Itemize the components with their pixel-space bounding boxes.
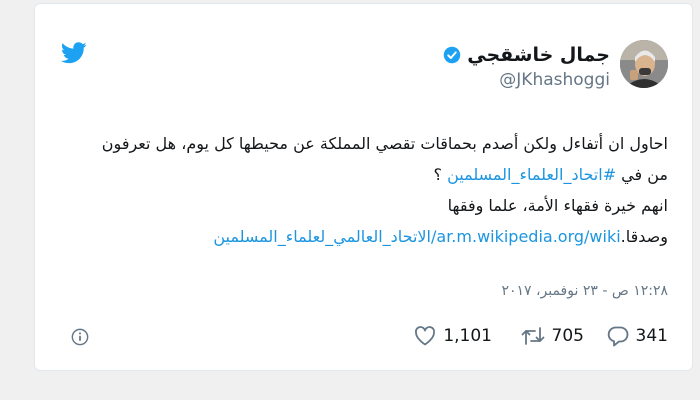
- avatar[interactable]: [620, 40, 668, 88]
- retweet-icon: [521, 327, 544, 345]
- tweet-line-2-suffix: ؟: [433, 165, 448, 184]
- verified-badge-icon: [443, 46, 461, 64]
- info-icon[interactable]: [71, 328, 89, 346]
- heart-icon: [415, 326, 436, 346]
- tweet-line-1: احاول ان أتفاءل ولكن أصدم بحماقات تقصي ا…: [101, 134, 668, 153]
- retweet-count: 705: [551, 326, 584, 346]
- reply-count: 341: [635, 326, 668, 346]
- retweet-button[interactable]: 705: [520, 324, 584, 348]
- avatar-image: [620, 40, 668, 88]
- twitter-bird-icon[interactable]: [60, 42, 87, 64]
- tweet-line-4: وصدقا.ar.m.wikipedia.org/wiki/الاتحاد_ال…: [60, 221, 668, 252]
- tweet-line-3: انهم خيرة فقهاء الأمة، علما وفقها: [447, 196, 668, 215]
- tweet-timestamp[interactable]: ١٢:٢٨ ص - ٢٣ نوفمبر، ٢٠١٧: [501, 283, 668, 299]
- tweet-actions: 341 705 1,101: [59, 322, 668, 352]
- hashtag-link[interactable]: #اتحاد_العلماء_المسلمين: [447, 165, 616, 184]
- wikipedia-link[interactable]: ar.m.wikipedia.org/wiki/الاتحاد_العالمي_…: [213, 227, 620, 246]
- reply-icon: [607, 326, 628, 347]
- reply-button[interactable]: 341: [606, 324, 668, 348]
- display-name[interactable]: جمال خاشقجي: [467, 44, 610, 66]
- page-background: جمال خاشقجي @JKhashoggi احاول ان أتفاءل …: [0, 0, 700, 400]
- like-count: 1,101: [443, 326, 492, 346]
- tweet-card[interactable]: جمال خاشقجي @JKhashoggi احاول ان أتفاءل …: [34, 3, 693, 371]
- tweet-line-2-prefix: من في: [616, 165, 668, 184]
- author-info[interactable]: جمال خاشقجي @JKhashoggi: [443, 44, 610, 90]
- handle[interactable]: @JKhashoggi: [443, 70, 610, 90]
- tweet-line-4-prefix: وصدقا.: [620, 227, 668, 246]
- tweet-text: احاول ان أتفاءل ولكن أصدم بحماقات تقصي ا…: [60, 128, 668, 252]
- tweet-line-2: من في #اتحاد_العلماء_المسلمين ؟: [60, 159, 669, 190]
- like-button[interactable]: 1,101: [413, 324, 492, 348]
